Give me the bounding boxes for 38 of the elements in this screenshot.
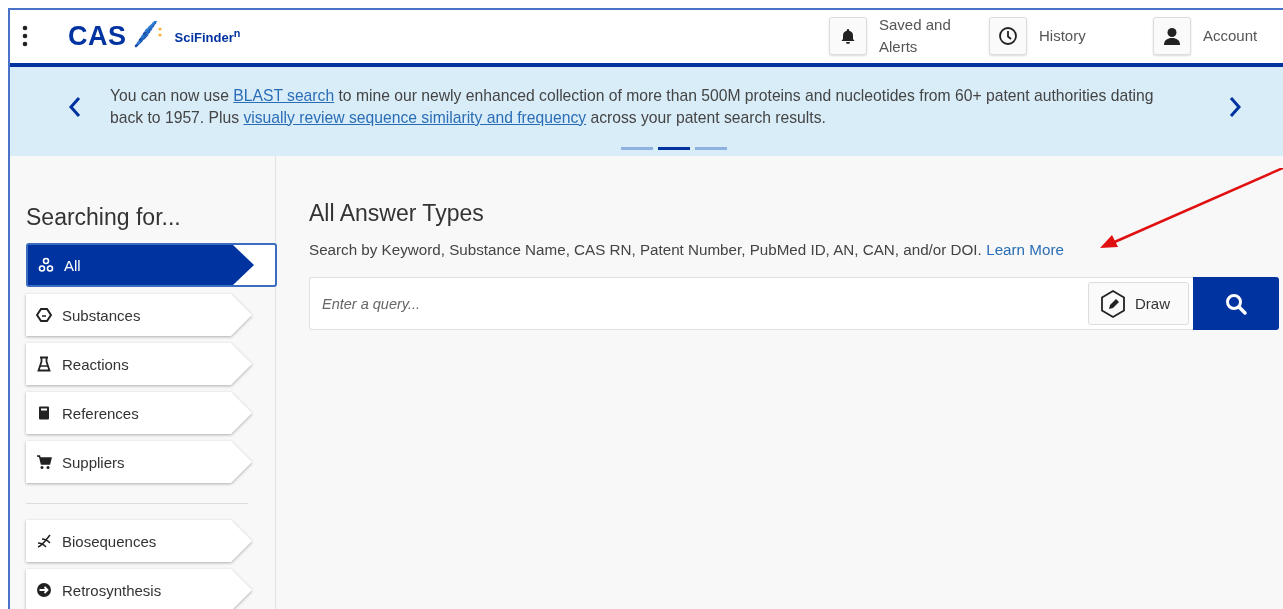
search-type-tab[interactable]: Substances [26,294,252,336]
search-button[interactable] [1193,277,1279,330]
search-type-tab[interactable]: Biosequences [26,520,252,562]
logo-text: CAS [68,20,127,52]
search-type-tab[interactable]: References [26,392,252,434]
bell-icon [839,27,857,46]
search-field[interactable]: Enter a query... Draw [309,277,1193,330]
search-type-tab[interactable]: Suppliers [26,441,252,483]
search-icon [1224,291,1248,316]
carousel-indicator[interactable] [657,146,690,150]
header-button[interactable]: Account [1153,17,1283,56]
draw-button[interactable]: Draw [1088,282,1189,325]
previous-icon[interactable] [68,95,82,118]
helix-icon [36,533,52,549]
learn-more-link[interactable]: Learn More [986,241,1064,258]
flask-icon [36,356,52,372]
cart-icon [36,454,52,470]
header-button[interactable]: History [989,17,1121,56]
hexagon-icon [36,307,52,323]
menu-icon[interactable] [22,25,28,48]
header-button[interactable]: Saved and Alerts [829,14,957,59]
search-type-tab[interactable]: Reactions [26,343,252,385]
search-hint: Search by Keyword, Substance Name, CAS RN, Patent Number, PubMed ID, AN, CAN, and/or DOI. [309,241,982,258]
section-title: All Answer Types [309,200,485,227]
announcement-link[interactable]: BLAST search [233,86,335,104]
book-icon [36,405,52,421]
announcement-text: You can now use BLAST search to mine our newly enhanced collection of more than 500M proteins and nucleotides from 60+ patent authorities dating back to 1957. Plus visually review sequence similarity and frequency across your patent search results. [110,85,1155,128]
product-name: SciFinder$^{n}$ [174,27,241,46]
next-icon[interactable] [1228,95,1242,118]
circles-icon [38,257,54,273]
clock-icon [998,26,1018,47]
search-type-tab[interactable]: All [28,245,254,285]
search-type-tab[interactable]: Retrosynthesis [26,569,252,609]
pencil-hexagon-icon [1099,288,1127,319]
arrow-circle-icon [36,582,52,598]
announcement-link[interactable]: visually review sequence similarity and frequency [243,108,587,126]
sidebar-title: Searching for... [26,204,182,231]
person-icon [1162,26,1182,47]
